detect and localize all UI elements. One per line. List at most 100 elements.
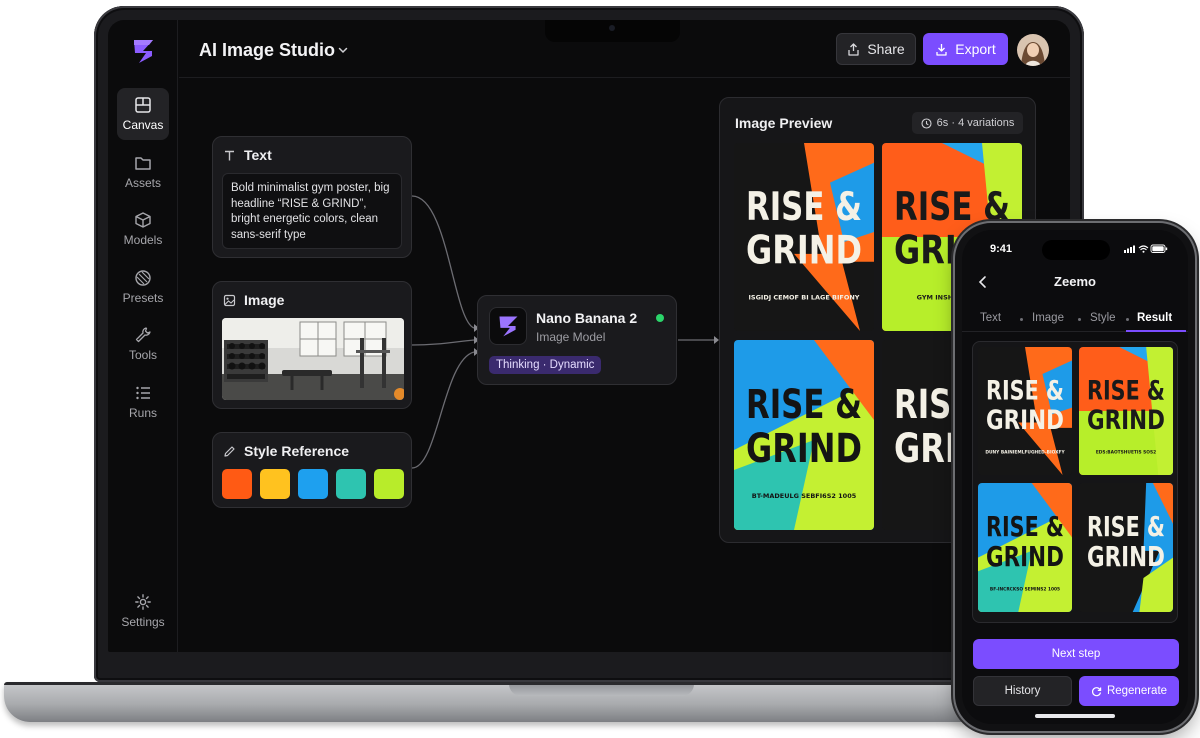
color-swatch[interactable] [298,469,328,499]
sidebar-item-label: Tools [128,348,157,362]
poster-headline: RISE & [986,376,1064,407]
preview-poster[interactable]: RISE & GRIND BT-MADEULG SEBFI6S2 1005 [734,340,874,530]
phone-tab-result[interactable]: Result [1137,312,1172,324]
sidebar-item-tools[interactable]: Tools [117,318,169,370]
chevron-down-icon[interactable] [337,44,349,56]
poster-caption: DUNY BAINIEMLFUGHED-BIOXFY [985,449,1065,455]
phone-tab-style[interactable]: Style [1090,312,1116,324]
model-node[interactable]: Nano Banana 2 Image Model Thinking · Dyn… [477,295,677,385]
style-node-label: Style Reference [244,443,350,459]
poster-headline: GRIND [746,426,862,472]
style-reference-node[interactable]: Style Reference [212,432,412,508]
poster-headline: GRIND [1087,405,1165,436]
canvas-icon [135,97,151,113]
zeemo-logo-icon[interactable] [128,36,158,66]
phone-tab-text[interactable]: Text [980,312,1001,324]
share-label: Share [867,41,905,57]
model-logo-icon [489,307,527,345]
poster-caption: ISGIDJ CEMOF BI LAGE BIFONY [749,293,860,301]
phone-screen: 9:41 Zeemo Text Image Style Result RISE … [962,230,1188,724]
cube-icon [135,212,151,228]
poster-caption: EDS:BAOTSHUETIS SOS2 [1096,449,1156,455]
export-button[interactable]: Export [923,33,1008,65]
status-bar-icons [1124,244,1168,253]
sidebar-item-label: Settings [121,615,165,629]
sidebar-item-label: Canvas [122,118,164,132]
style-node-header: Style Reference [223,443,349,459]
model-mode-tag[interactable]: Thinking · Dynamic [489,356,602,374]
share-icon [848,42,859,56]
regenerate-label: Regenerate [1106,685,1168,697]
sidebar-item-presets[interactable]: Presets [117,261,169,313]
poster-headline: RISE & [1087,376,1165,407]
poster-headline: RISE & [1087,512,1165,543]
poster-headline: GRIND [986,405,1064,436]
avatar[interactable] [1017,34,1049,66]
phone-clock: 9:41 [990,243,1013,255]
model-name: Nano Banana 2 [536,310,638,326]
tab-separator [1126,318,1129,321]
phone-frame: 9:41 Zeemo Text Image Style Result RISE … [955,223,1195,731]
status-indicator [656,314,664,322]
image-icon [223,294,236,306]
color-swatch[interactable] [374,469,404,499]
sidebar-item-models[interactable]: Models [117,203,169,255]
color-swatch[interactable] [260,469,290,499]
result-poster[interactable]: RISE & GRIND BF-INCRCKSO SEMINS2 1005 [978,483,1072,612]
poster-headline: RISE & [746,184,862,230]
prompt-text-field[interactable]: Bold minimalist gym poster, big headline… [222,173,402,249]
app-window: Canvas Assets Models Presets Tools Runs … [108,20,1070,652]
phone-result-grid: RISE & GRIND DUNY BAINIEMLFUGHED-BIOXFY RI… [972,341,1178,623]
color-swatch[interactable] [222,469,252,499]
generation-meta-badge: 6s · 4 variations [912,112,1023,134]
poster-headline: RISE & [746,382,862,428]
next-step-button[interactable]: Next step [973,639,1179,669]
sidebar-item-canvas[interactable]: Canvas [117,88,169,140]
sidebar-item-runs[interactable]: Runs [117,376,169,428]
poster-caption: BT-MADEULG SEBFI6S2 1005 [752,492,857,500]
sidebar-item-label: Assets [124,176,161,190]
wrench-icon [135,327,151,343]
phone-step-tabs: Text Image Style Result [962,304,1188,332]
gym-photo-thumbnail[interactable] [222,318,404,400]
poster-caption: BF-INCRCKSO SEMINS2 1005 [990,586,1060,592]
text-node-label: Text [244,147,272,163]
camera-notch [545,20,680,42]
image-node-label: Image [244,292,285,308]
image-node-header: Image [223,292,284,308]
dynamic-island [1042,240,1110,260]
sidebar-item-label: Runs [128,406,157,420]
preview-meta-text: 6s · 4 variations [936,117,1015,129]
result-poster[interactable]: RISE & GRIND [1079,483,1173,612]
sidebar-item-label: Presets [122,291,164,305]
model-subtitle: Image Model [536,330,606,344]
text-node[interactable]: Text Bold minimalist gym poster, big hea… [212,136,412,258]
folder-icon [135,157,151,170]
regenerate-button[interactable]: Regenerate [1079,676,1179,706]
sidebar: Canvas Assets Models Presets Tools Runs … [108,20,178,652]
history-button[interactable]: History [973,676,1072,706]
tab-separator [1078,318,1081,321]
phone-tab-image[interactable]: Image [1032,312,1064,324]
result-poster[interactable]: RISE & GRIND DUNY BAINIEMLFUGHED-BIOXFY [978,347,1072,475]
tab-separator [1020,318,1023,321]
preview-poster[interactable]: RISE & GRIND ISGIDJ CEMOF BI LAGE BIFONY [734,143,874,331]
image-node[interactable]: Image [212,281,412,409]
app-title[interactable]: AI Image Studio [199,40,335,61]
preview-title: Image Preview [735,115,833,131]
sidebar-item-settings[interactable]: Settings [117,585,169,637]
download-icon [936,43,947,56]
poster-headline: GRIND [746,228,862,274]
result-poster[interactable]: RISE & GRIND EDS:BAOTSHUETIS SOS2 [1079,347,1173,475]
phone-title: Zeemo [1054,274,1096,289]
presets-icon [135,270,151,286]
poster-headline: GRIND [986,542,1064,573]
active-tab-indicator [1126,330,1186,332]
pencil-icon [224,445,235,457]
share-button[interactable]: Share [836,33,916,65]
sidebar-item-assets[interactable]: Assets [117,146,169,198]
refresh-icon [1091,686,1102,696]
text-icon [225,150,234,160]
list-icon [136,386,150,400]
color-swatch[interactable] [336,469,366,499]
